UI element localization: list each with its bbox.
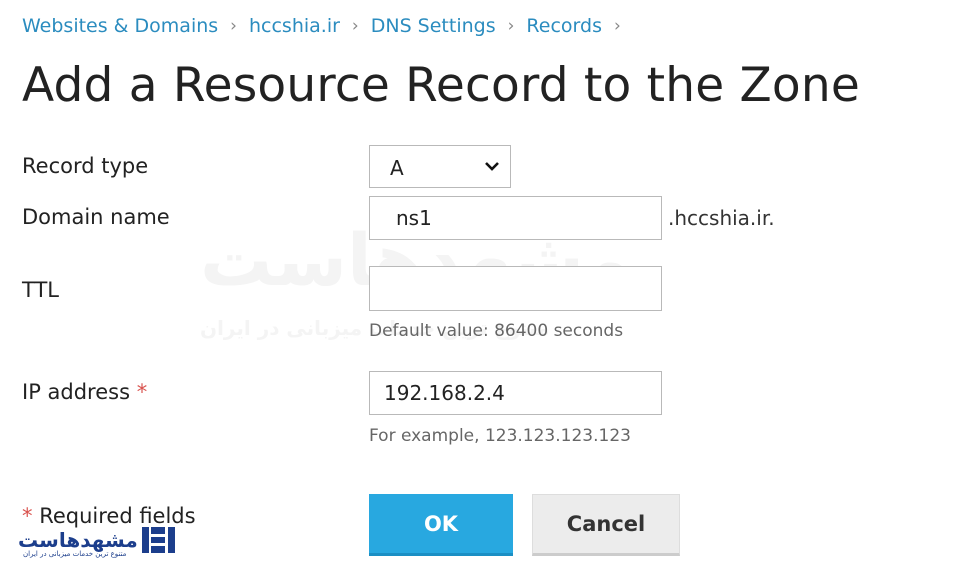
breadcrumb-records[interactable]: Records xyxy=(526,15,602,37)
ip-address-label-text: IP address xyxy=(22,380,131,404)
ttl-label: TTL xyxy=(22,278,59,302)
domain-name-label: Domain name xyxy=(22,205,170,229)
record-type-label: Record type xyxy=(22,154,149,178)
required-marker: * xyxy=(136,380,148,404)
logo-text: مشهدهاست xyxy=(18,528,138,552)
chevron-down-icon xyxy=(485,162,499,171)
required-fields-text: Required fields xyxy=(39,504,196,528)
breadcrumb: Websites & Domains › hccshia.ir › DNS Se… xyxy=(22,15,633,37)
chevron-right-icon: › xyxy=(613,16,621,36)
breadcrumb-dns-settings[interactable]: DNS Settings xyxy=(371,15,496,37)
record-type-select[interactable]: A xyxy=(369,145,511,188)
chevron-right-icon: › xyxy=(351,16,359,36)
ok-button[interactable]: OK xyxy=(369,494,513,556)
ttl-hint: Default value: 86400 seconds xyxy=(369,321,624,341)
ip-address-label: IP address * xyxy=(22,380,147,404)
required-marker: * xyxy=(22,504,33,528)
page-title: Add a Resource Record to the Zone xyxy=(22,58,860,113)
cancel-button[interactable]: Cancel xyxy=(532,494,680,556)
record-type-value: A xyxy=(390,156,404,180)
ttl-input[interactable] xyxy=(369,266,662,311)
chevron-right-icon: › xyxy=(507,16,515,36)
ip-address-hint: For example, 123.123.123.123 xyxy=(369,426,631,446)
domain-suffix: .hccshia.ir. xyxy=(668,206,775,230)
logo-tagline: متنوع ترین خدمات میزبانی در ایران xyxy=(23,550,127,558)
breadcrumb-domain[interactable]: hccshia.ir xyxy=(249,15,340,37)
domain-name-input[interactable] xyxy=(369,196,662,240)
logo-mark-icon xyxy=(141,527,175,553)
breadcrumb-websites-domains[interactable]: Websites & Domains xyxy=(22,15,218,37)
chevron-right-icon: › xyxy=(230,16,237,36)
ip-address-input[interactable] xyxy=(369,371,662,415)
required-fields-note: * Required fields xyxy=(22,504,196,528)
